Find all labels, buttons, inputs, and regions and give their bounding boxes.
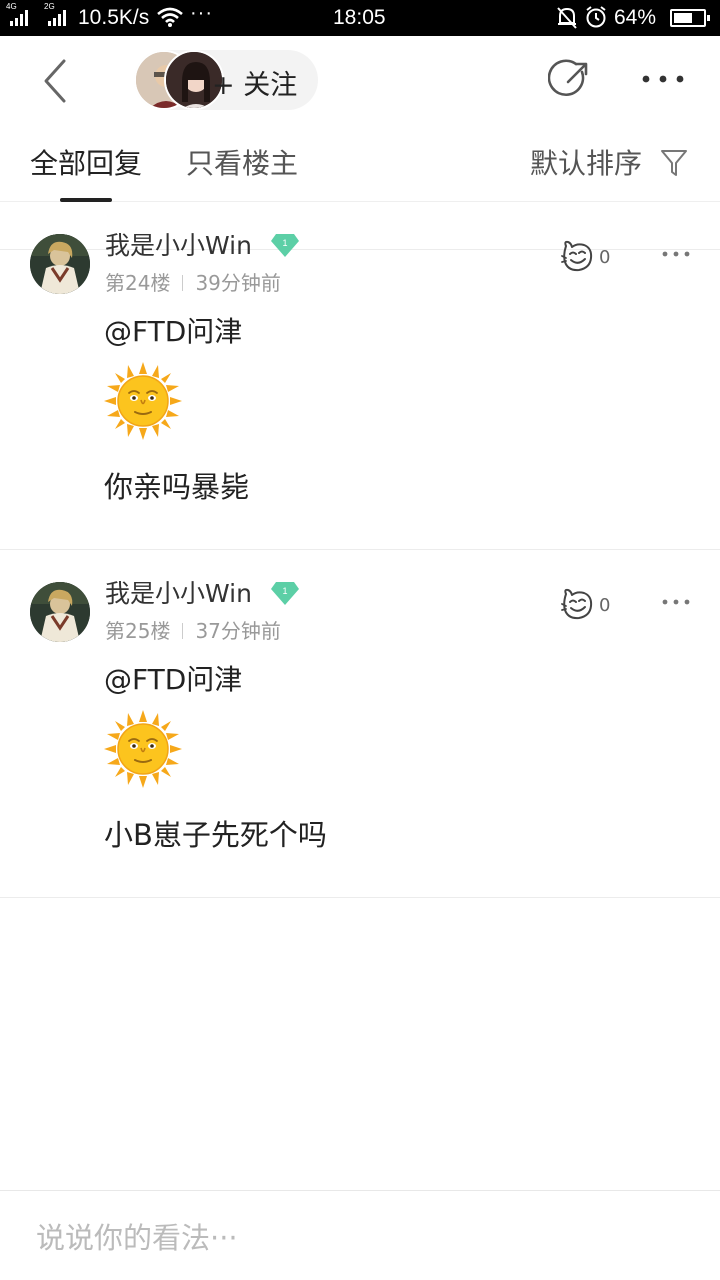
comment-bar: 说说你的看法··· [0,1190,720,1280]
sun-with-face-emoji-icon [104,362,182,440]
tab-all-replies[interactable]: 全部回复 [30,142,142,182]
network-speed: 10.5K/s [78,6,150,29]
sort-dropdown[interactable]: 默认排序 [530,142,642,182]
follow-label: + 关注 [212,70,298,101]
like-count: 0 [599,595,611,616]
reply-meta: 第24楼 39分钟前 [105,267,281,296]
mention-link[interactable]: @FTD问津 [104,310,242,350]
reply-more-icon[interactable] [662,598,690,606]
tab-op-only[interactable]: 只看楼主 [186,142,298,182]
signal-icon-2 [48,8,66,26]
reply-list: 我是小小Win 1 第23楼40分钟前 0 @FTD问津 [0,202,720,1190]
user-avatar[interactable] [30,582,90,642]
follow-button[interactable]: + 关注 [134,50,318,110]
battery-icon [670,9,710,27]
like-count: 0 [599,247,611,268]
wifi-icon [157,7,183,27]
reply-more-icon[interactable] [662,250,690,258]
reply-meta: 第25楼 37分钟前 [105,615,281,644]
reply-text: 小B崽子先死个吗 [104,818,327,852]
mention-link[interactable]: @FTD问津 [104,658,242,698]
back-icon[interactable] [36,56,76,106]
reply-text: 你亲吗暴毙 [104,470,250,504]
user-avatar[interactable] [30,234,90,294]
more-icon[interactable] [640,64,686,94]
like-icon[interactable] [560,588,594,620]
top-nav: + 关注 [0,36,720,126]
level-badge-icon: 1 [271,234,299,257]
sun-with-face-emoji-icon [104,710,182,788]
floor-number: 第24楼 [105,271,171,295]
filter-icon[interactable] [660,148,688,178]
status-bar: 4G 2G 10.5K/s ··· 18:05 64% [0,0,720,36]
clock: 18:05 [333,6,386,29]
reply-item: 我是小小Win 1 第24楼 39分钟前 0 @FTD问津 你亲吗暴毙 [0,202,720,550]
more-notifications-icon: ··· [190,2,213,24]
reply-tabs: 全部回复 只看楼主 默认排序 [0,126,720,202]
username[interactable]: 我是小小Win [105,226,252,262]
mute-bell-icon [557,7,577,29]
username[interactable]: 我是小小Win [105,574,252,610]
comment-input[interactable]: 说说你的看法··· [36,1215,238,1257]
svg-text:1: 1 [282,238,287,248]
share-icon[interactable] [548,58,592,102]
floor-number: 第25楼 [105,619,171,643]
level-badge-icon: 1 [271,582,299,605]
signal-icon [10,8,28,26]
reply-time: 39分钟前 [195,271,281,295]
alarm-icon [586,6,606,28]
reply-item: 我是小小Win 1 第25楼 37分钟前 0 @FTD问津 小B崽子先死个吗 [0,550,720,898]
svg-text:1: 1 [282,586,287,596]
like-icon[interactable] [560,240,594,272]
battery-percent: 64% [614,6,657,29]
reply-time: 37分钟前 [195,619,281,643]
